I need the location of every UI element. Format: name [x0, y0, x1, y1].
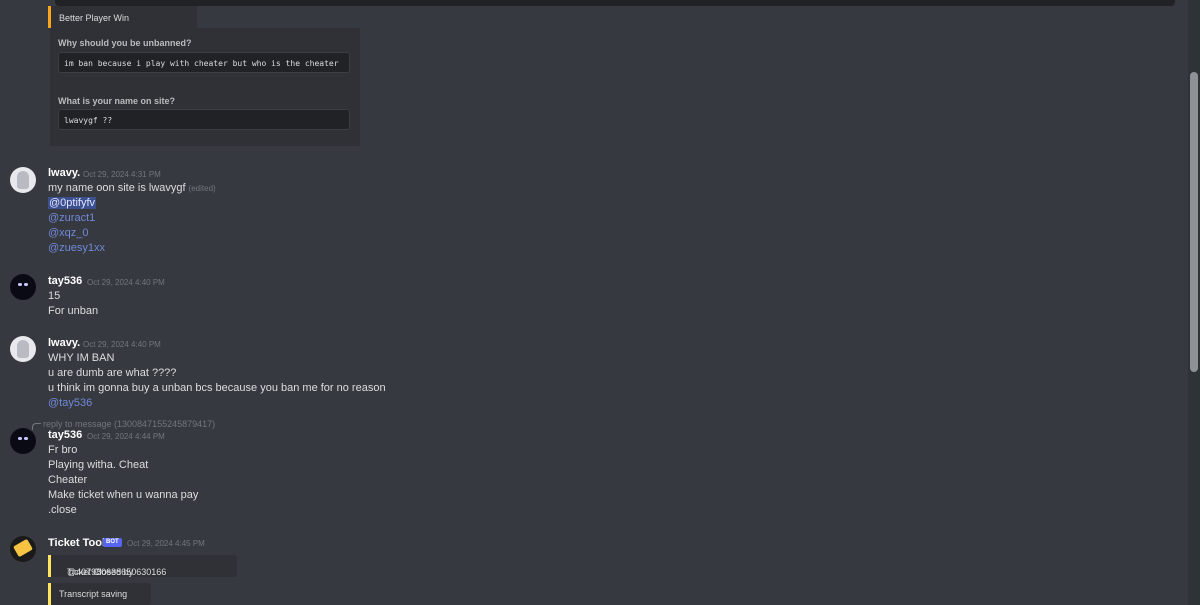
username[interactable]: lwavy.	[48, 337, 80, 349]
username[interactable]: lwavy.	[48, 167, 80, 179]
username[interactable]: Ticket Tool	[48, 537, 105, 549]
timestamp: Oct 29, 2024 4:40 PM	[87, 278, 165, 287]
answer-2: lwavygf ??	[58, 109, 350, 130]
message-line: Cheater	[48, 474, 88, 486]
user-mention[interactable]: @zuract1	[48, 212, 95, 224]
answer-1: im ban because i play with cheater but w…	[58, 52, 350, 73]
avatar[interactable]	[10, 336, 36, 362]
top-embed-title: Better Player Win	[59, 13, 130, 23]
message-line: @tay536	[48, 397, 92, 409]
ticket-icon[interactable]	[10, 536, 36, 562]
message-line: For unban	[48, 305, 99, 317]
user-mention[interactable]: @zuesy1xx	[48, 242, 105, 254]
question-2: What is your name on site?	[58, 96, 176, 106]
message-line: u think im gonna buy a unban bcs because…	[48, 382, 386, 394]
edited-tag: (edited)	[188, 184, 216, 193]
message-line: @zuesy1xx	[48, 242, 105, 254]
message-line: Make ticket when u wanna pay	[48, 489, 199, 501]
scrollbar-track[interactable]	[1188, 0, 1200, 605]
username[interactable]: tay536	[48, 275, 82, 287]
reply-preview[interactable]: reply to message (1300847155245879417)	[43, 419, 215, 429]
reply-connector	[32, 423, 41, 430]
user-mention[interactable]: @407980638650630166	[67, 567, 166, 577]
top-embed: Better Player Win	[48, 6, 197, 28]
message-line: .close	[48, 504, 77, 516]
embed-text: Transcript saving	[59, 589, 128, 599]
question-1: Why should you be unbanned?	[58, 38, 192, 48]
timestamp: Oct 29, 2024 4:45 PM	[127, 539, 205, 548]
message-line: Playing witha. Cheat	[48, 459, 149, 471]
top-bar	[55, 0, 1175, 6]
message-line: WHY IM BAN	[48, 352, 115, 364]
avatar[interactable]	[10, 167, 36, 193]
avatar[interactable]	[10, 428, 36, 454]
message-line: @xqz_0	[48, 227, 89, 239]
message-line: Fr bro	[48, 444, 78, 456]
timestamp: Oct 29, 2024 4:31 PM	[83, 170, 161, 179]
timestamp: Oct 29, 2024 4:40 PM	[83, 340, 161, 349]
message-line: @0ptifyfv	[48, 197, 97, 209]
avatar[interactable]	[10, 274, 36, 300]
message-line: @zuract1	[48, 212, 95, 224]
username[interactable]: tay536	[48, 429, 82, 441]
scrollbar-thumb[interactable]	[1190, 72, 1198, 372]
user-mention[interactable]: @0ptifyfv	[48, 197, 97, 209]
ticket-closed-embed: Ticket Closed by @407980638650630166	[48, 555, 237, 577]
message-line: u are dumb are what ????	[48, 367, 177, 379]
timestamp: Oct 29, 2024 4:44 PM	[87, 432, 165, 441]
user-mention[interactable]: @xqz_0	[48, 227, 89, 239]
form-embed: Why should you be unbanned? im ban becau…	[50, 28, 360, 146]
bot-badge: BOT	[103, 538, 122, 547]
transcript-embed: Transcript saving	[48, 583, 151, 605]
message-text: my name oon site is lwavygf	[48, 182, 186, 194]
message-line: my name oon site is lwavygf (edited)	[48, 182, 216, 194]
message-line: 15	[48, 290, 61, 302]
user-mention[interactable]: @tay536	[48, 397, 92, 409]
